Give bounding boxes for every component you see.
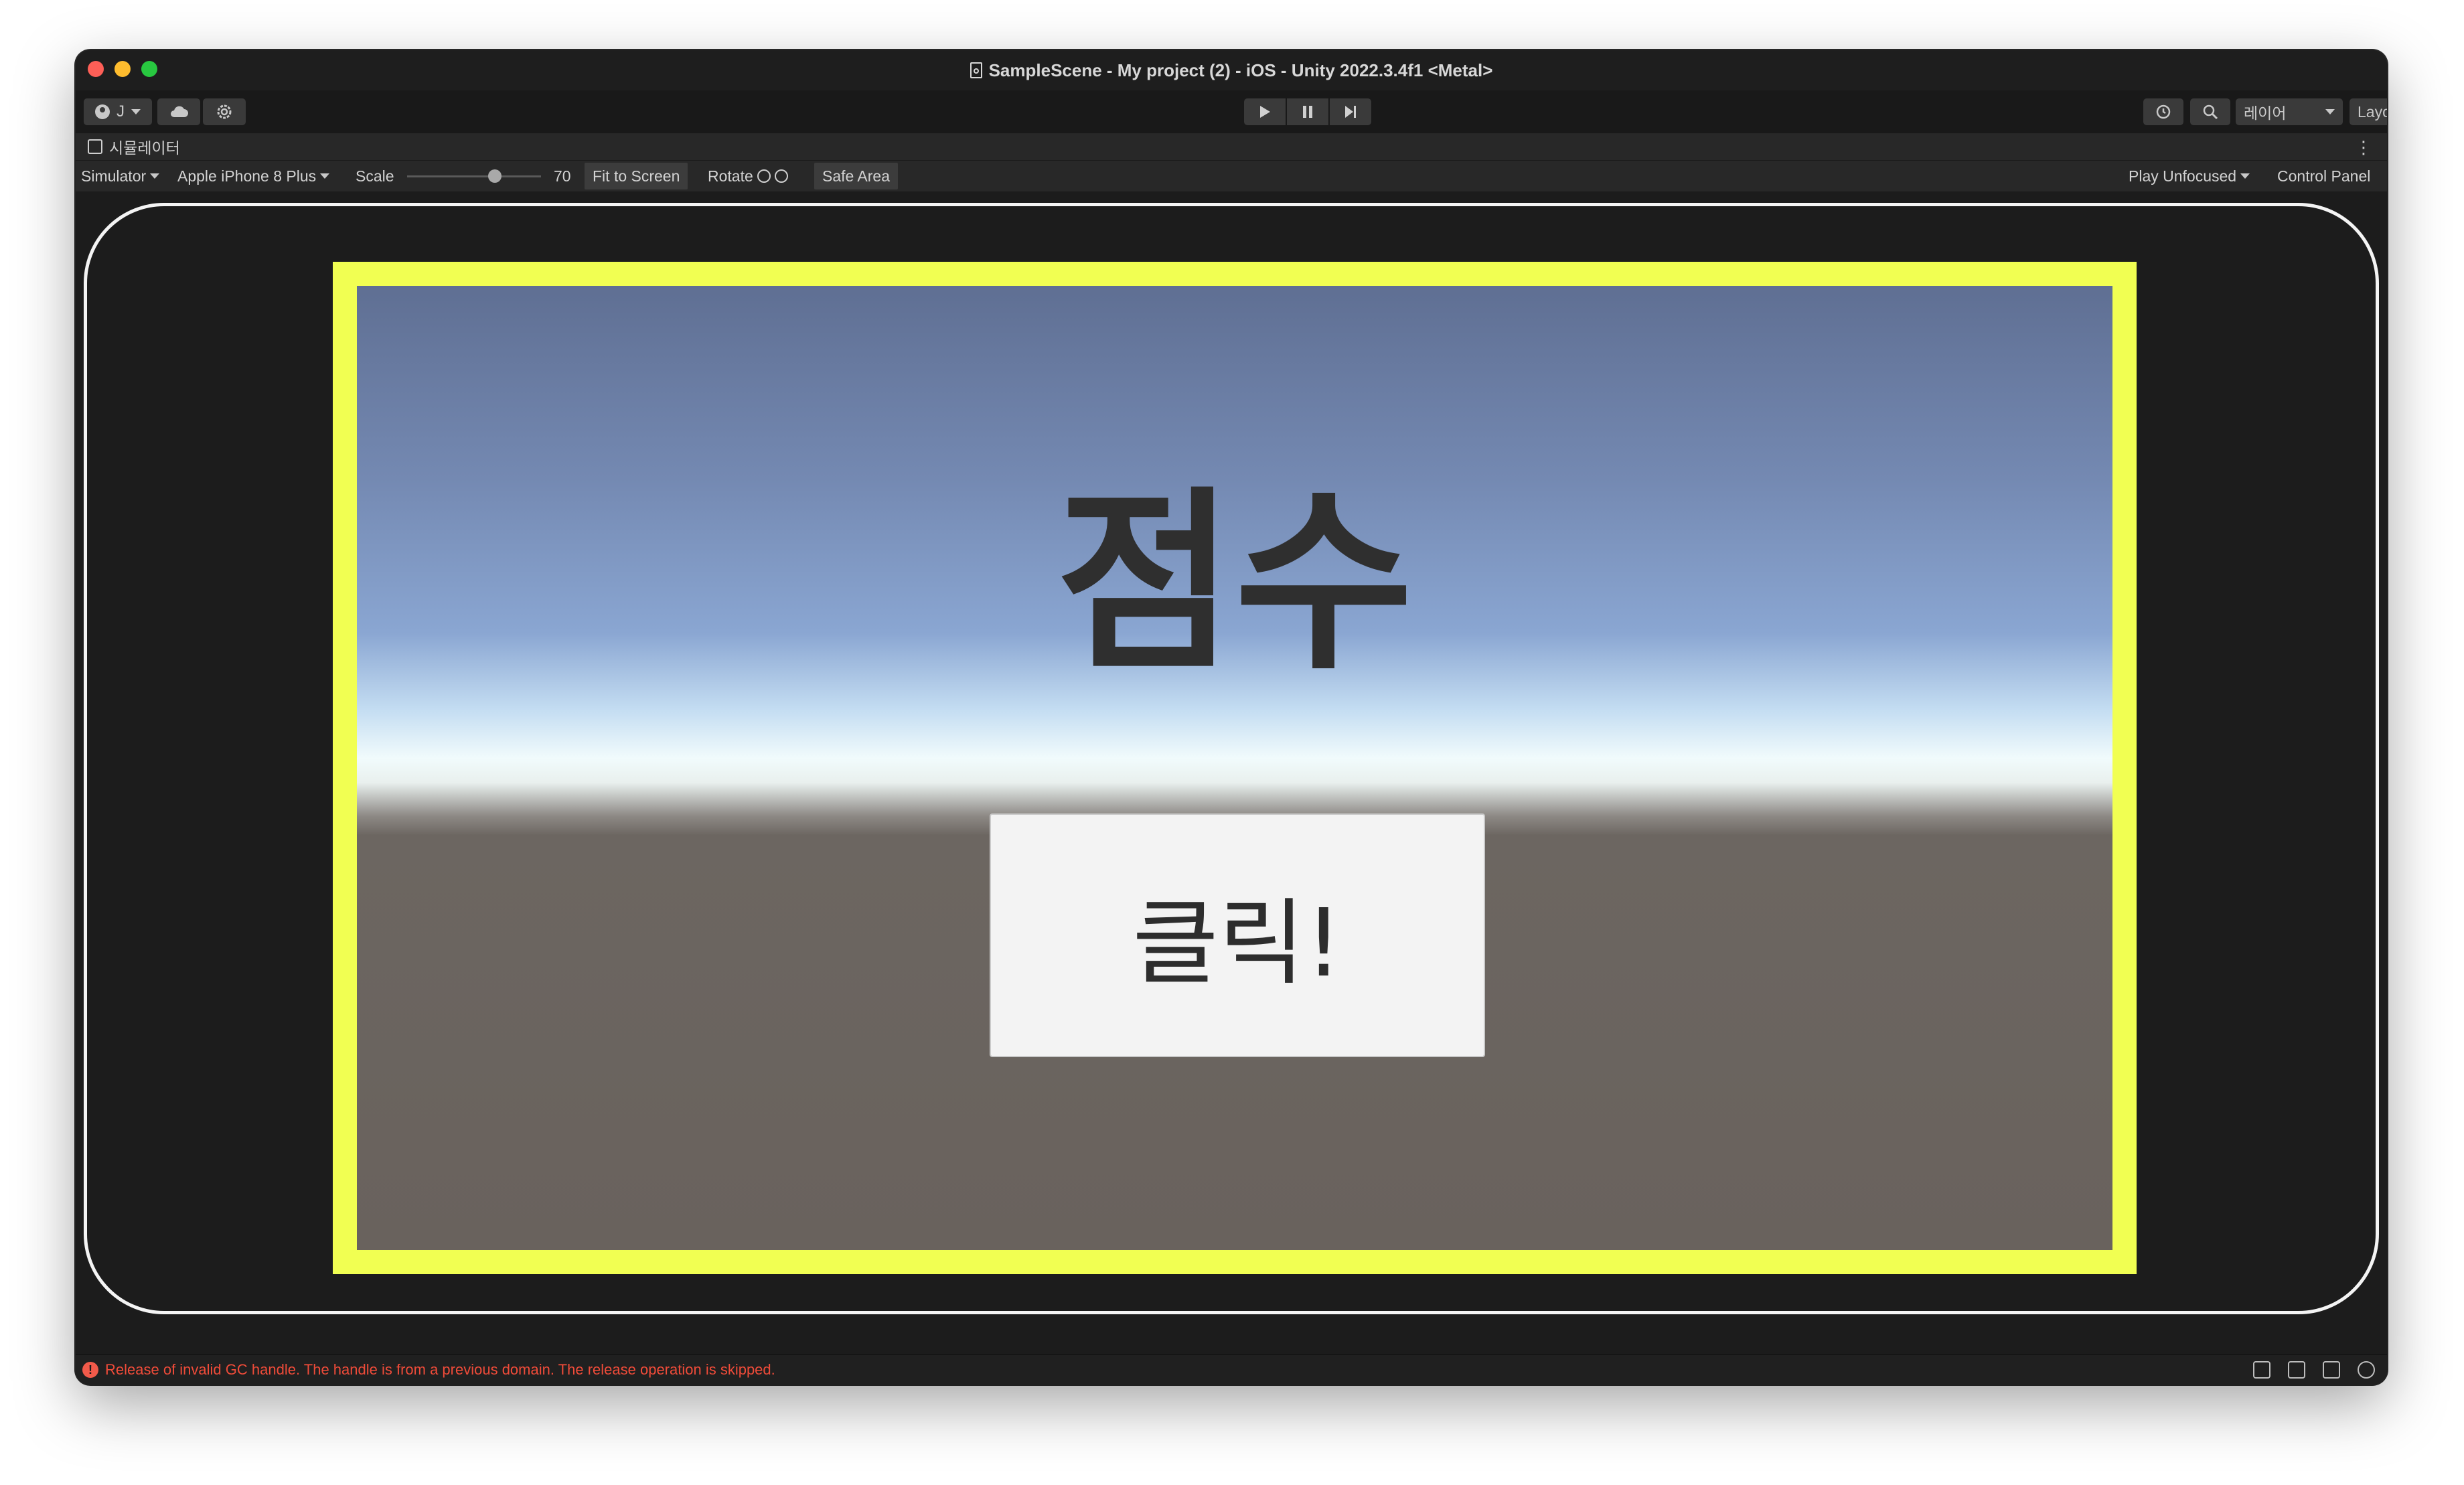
layers-dropdown[interactable]: 레이어 [2236,98,2343,125]
layout-label: Layout [2358,102,2387,121]
play-mode-label: Play Unfocused [2129,167,2237,185]
tab-simulator[interactable]: 시뮬레이터 [109,135,180,158]
layers-label: 레이어 [2244,104,2287,122]
scale-slider-track[interactable] [407,175,541,177]
window-controls [88,61,157,77]
chevron-down-icon [2325,109,2335,114]
cloud-icon [171,106,188,117]
console-error-message[interactable]: Release of invalid GC handle. The handle… [105,1361,775,1379]
play-controls [1244,98,1371,125]
rotate-right-icon[interactable] [774,169,788,183]
status-bar[interactable]: ! Release of invalid GC handle. The hand… [76,1354,2387,1385]
search-icon [2203,104,2218,120]
fit-to-screen-button[interactable]: Fit to Screen [585,163,688,189]
main-toolbar: J 레이어 Layo [76,90,2387,133]
gear-icon [217,104,232,119]
scale-slider-handle[interactable] [488,169,502,183]
auto-generate-lighting-icon[interactable] [2323,1361,2340,1379]
account-icon [95,104,110,119]
play-mode-dropdown[interactable]: Play Unfocused [2129,161,2250,191]
maximize-window-button[interactable] [141,61,157,77]
chevron-down-icon [2240,173,2250,179]
simulator-viewport: 점수 클릭! [76,192,2387,1385]
chevron-down-icon [150,173,160,179]
pause-button[interactable] [1287,98,1328,125]
rotate-label: Rotate [708,167,753,185]
device-dropdown[interactable]: Apple iPhone 8 Plus [177,161,330,191]
safe-area-outline: 점수 클릭! [333,262,2137,1274]
safe-area-toggle[interactable]: Safe Area [814,163,899,189]
account-label: J [117,102,125,121]
chevron-down-icon [320,173,330,179]
account-dropdown[interactable]: J [84,98,152,125]
click-button[interactable]: 클릭! [990,813,1485,1057]
device-label: Apple iPhone 8 Plus [177,167,317,185]
history-icon [2156,104,2171,119]
cloud-button[interactable] [157,98,200,125]
simulator-toolbar: Simulator Apple iPhone 8 Plus Scale 70 F… [76,160,2387,193]
minimize-window-button[interactable] [114,61,131,77]
undo-history-button[interactable] [2143,98,2183,125]
scale-label: Scale [356,167,394,185]
error-icon: ! [82,1362,98,1378]
window-title-group: SampleScene - My project (2) - iOS - Uni… [970,60,1493,81]
play-icon [1260,106,1270,118]
rotate-control: Rotate [708,161,788,191]
rotate-left-icon[interactable] [757,169,771,183]
simulator-tab-bar: 시뮬레이터 ⋮ [76,133,2387,160]
services-button[interactable] [203,98,246,125]
layout-dropdown[interactable]: Layout [2350,98,2387,125]
view-mode-dropdown[interactable]: Simulator [81,161,160,191]
status-icons [2253,1361,2375,1379]
play-button[interactable] [1244,98,1286,125]
control-panel-button[interactable]: Control Panel [2277,161,2370,191]
unity-editor-window: SampleScene - My project (2) - iOS - Uni… [76,50,2387,1385]
chevron-down-icon [131,109,141,114]
title-bar: SampleScene - My project (2) - iOS - Uni… [76,50,2387,90]
debug-icon[interactable] [2253,1361,2270,1379]
view-mode-label: Simulator [81,167,147,185]
step-button[interactable] [1330,98,1371,125]
scale-value: 70 [554,167,571,185]
game-screen[interactable]: 점수 클릭! [357,286,2112,1250]
more-options-icon[interactable]: ⋮ [2355,137,2372,158]
window-title: SampleScene - My project (2) - iOS - Uni… [988,60,1493,80]
step-icon [1345,106,1356,118]
check-icon[interactable] [2358,1361,2375,1379]
score-label: 점수 [1056,471,1413,696]
search-button[interactable] [2190,98,2230,125]
pause-icon [1303,106,1312,118]
cache-server-icon[interactable] [2288,1361,2305,1379]
scene-document-icon [970,62,982,78]
close-window-button[interactable] [88,61,104,77]
simulator-icon [88,139,102,154]
